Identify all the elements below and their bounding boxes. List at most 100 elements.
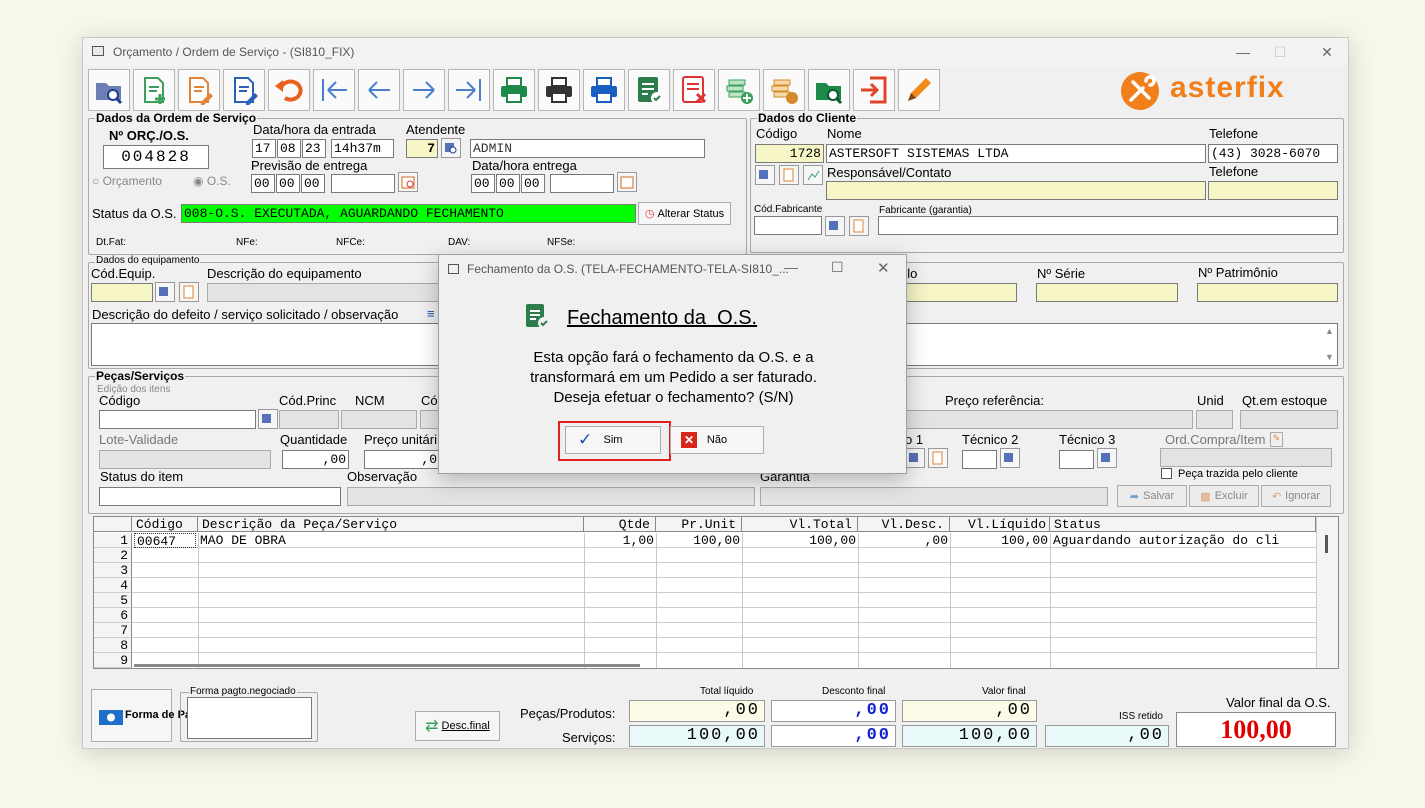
modelo-field[interactable] [900,283,1017,302]
cell-vldesc[interactable]: ,00 [858,533,948,548]
fabricante-search-icon[interactable] [825,216,845,236]
cod-equip-field[interactable] [91,283,153,302]
row-number[interactable]: 3 [94,563,132,578]
scroll-down-icon[interactable]: ▼ [1325,352,1334,362]
alterar-status-button[interactable]: ◷ Alterar Status [638,202,731,225]
cliente-nome-field[interactable]: ASTERSOFT SISTEMAS LTDA [826,144,1206,163]
tecnico3-search-icon[interactable] [1097,448,1117,468]
equip-search-icon[interactable] [155,282,175,302]
dialog-minimize-button[interactable]: — [784,259,798,275]
forma-negociado-field[interactable] [187,697,312,739]
minimize-button[interactable]: — [1228,42,1258,62]
radio-os[interactable]: ◉ O.S. [193,174,231,188]
atendente-nome-field[interactable]: ADMIN [470,139,705,158]
grid-vertical-scrollbar[interactable] [1316,517,1338,668]
peca-codigo-field[interactable] [99,410,256,429]
close-button[interactable]: ✕ [1312,42,1342,62]
grid-scroll-thumb[interactable] [1325,535,1328,553]
desc-final-button[interactable]: ⇄ Desc.final [415,711,500,741]
edit-blue-document-icon[interactable] [223,69,265,111]
dialog-close-button[interactable]: ✕ [877,259,890,277]
cell-qtde[interactable]: 1,00 [584,533,654,548]
col-status[interactable]: Status [1050,517,1316,532]
cell-vltotal[interactable]: 100,00 [742,533,856,548]
cod-fabricante-field[interactable] [754,216,822,235]
row-number[interactable]: 4 [94,578,132,593]
entrega-hora-field[interactable] [550,174,614,193]
col-vltotal[interactable]: Vl.Total [742,517,858,532]
no-button[interactable]: ✕ Não [670,426,764,454]
col-prunit[interactable]: Pr.Unit [656,517,742,532]
pencil-icon[interactable] [898,69,940,111]
exit-icon[interactable] [853,69,895,111]
previous-record-icon[interactable] [358,69,400,111]
cell-codigo[interactable]: 00647 [134,533,196,548]
desc-equip-field[interactable] [207,283,447,302]
cell-descricao[interactable]: MAO DE OBRA [200,533,580,548]
peca-trazida-checkbox[interactable] [1161,468,1172,479]
grid-horizontal-scrollbar[interactable] [134,664,640,667]
col-descricao[interactable]: Descrição da Peça/Serviço [198,517,584,532]
last-record-icon[interactable] [448,69,490,111]
row-number[interactable]: 9 [94,653,132,668]
atendente-search-icon[interactable] [441,138,461,158]
row-number[interactable]: 6 [94,608,132,623]
row-number[interactable]: 7 [94,623,132,638]
cell-status[interactable]: Aguardando autorização do cli [1053,533,1317,548]
add-stack-icon[interactable] [718,69,760,111]
garantia-field[interactable] [760,487,1108,506]
entrega-calendar-icon[interactable] [617,172,637,192]
ignorar-button[interactable]: ↶ Ignorar [1261,485,1331,507]
cliente-telefone-field[interactable]: (43) 3028-6070 [1208,144,1338,163]
tecnico1-edit-icon[interactable] [928,448,948,468]
qt-estoque-field[interactable] [1240,410,1338,429]
col-qtde[interactable]: Qtde [584,517,656,532]
print-blue-icon[interactable] [583,69,625,111]
cliente-codigo-field[interactable]: 1728 [755,144,824,163]
entrada-mes-field[interactable]: 08 [277,139,301,158]
items-grid[interactable]: Código Descrição da Peça/Serviço Qtde Pr… [93,516,1339,669]
ordcompra-field[interactable] [1160,448,1332,467]
entrada-ano-field[interactable]: 23 [302,139,326,158]
undo-icon[interactable] [268,69,310,111]
defeito-list-icon[interactable]: ≡ [427,306,435,321]
scroll-up-icon[interactable]: ▲ [1325,326,1334,336]
tecnico1-search-icon[interactable] [905,448,925,468]
previsao-dia-field[interactable]: 00 [251,174,275,193]
entrega-mes-field[interactable]: 00 [496,174,520,193]
entrega-dia-field[interactable]: 00 [471,174,495,193]
responsavel-field[interactable] [826,181,1206,200]
excluir-button[interactable]: ▩ Excluir [1189,485,1259,507]
forma-pagto-button[interactable]: Forma de Pagto [91,689,208,742]
col-codigo[interactable]: Código [132,517,198,532]
previsao-ano-field[interactable]: 00 [301,174,325,193]
first-record-icon[interactable] [313,69,355,111]
peca-search-icon[interactable] [258,409,278,429]
col-vldesc[interactable]: Vl.Desc. [858,517,950,532]
quantidade-field[interactable]: ,00 [282,450,349,469]
row-number[interactable]: 8 [94,638,132,653]
preco-unit-field[interactable]: ,0 [364,450,440,469]
previsao-hora-field[interactable] [331,174,395,193]
co-field[interactable] [420,410,440,429]
row-number[interactable]: 5 [94,593,132,608]
status-item-field[interactable] [99,487,341,506]
cancel-document-icon[interactable] [673,69,715,111]
fabricante-edit-icon[interactable] [849,216,869,236]
preco-ref-field[interactable] [905,410,1193,429]
salvar-button[interactable]: ➦ Salvar [1117,485,1187,507]
observacao-field[interactable] [347,487,755,506]
row-number[interactable]: 1 [94,533,132,548]
print-green-icon[interactable] [493,69,535,111]
search-folder-icon[interactable] [88,69,130,111]
ncm-field[interactable] [341,410,417,429]
col-vlliquido[interactable]: Vl.Líquido [950,517,1050,532]
serie-field[interactable] [1036,283,1178,302]
print-dark-icon[interactable] [538,69,580,111]
cliente-search-icon[interactable] [755,165,775,185]
edit-document-icon[interactable] [178,69,220,111]
maximize-button[interactable]: ☐ [1265,42,1295,62]
entrada-dia-field[interactable]: 17 [252,139,276,158]
edit-stack-icon[interactable] [763,69,805,111]
lote-field[interactable] [99,450,271,469]
